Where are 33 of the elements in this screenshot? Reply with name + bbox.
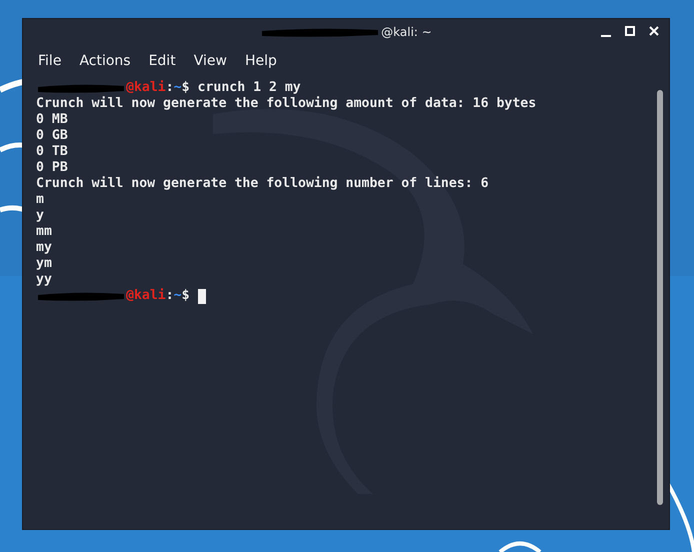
prompt-path: ~ — [174, 288, 182, 304]
menu-item[interactable]: Help — [236, 50, 286, 72]
prompt-path: ~ — [174, 80, 182, 96]
maximize-icon — [624, 25, 636, 37]
menu-item[interactable]: Actions — [70, 50, 140, 72]
output-line: yy — [36, 272, 52, 288]
prompt-host: @kali — [126, 288, 166, 304]
minimize-icon — [601, 34, 611, 36]
prompt-host: @kali — [126, 80, 166, 96]
menu-item[interactable]: File — [29, 50, 70, 72]
prompt-separator: : — [166, 288, 174, 304]
output-line: 0 TB — [36, 144, 68, 160]
close-button[interactable] — [647, 24, 661, 38]
output-line: mm — [36, 224, 52, 240]
output-line: y — [36, 208, 44, 224]
output-line: m — [36, 192, 44, 208]
prompt-symbol: $ — [182, 80, 190, 96]
output-line: Crunch will now generate the following amount of data: 16 bytes — [36, 96, 536, 112]
output-line: Crunch will now generate the following number of lines: 6 — [36, 176, 489, 192]
output-line: my — [36, 240, 52, 256]
window-title: @kali: ~ — [381, 25, 432, 39]
output-line: 0 GB — [36, 128, 68, 144]
prompt-separator: : — [166, 80, 174, 96]
prompt-symbol: $ — [182, 288, 190, 304]
scrollbar-thumb[interactable] — [657, 90, 663, 505]
menu-item[interactable]: View — [184, 50, 236, 72]
close-icon — [648, 25, 660, 37]
output-line: 0 MB — [36, 112, 68, 128]
output-line: ym — [36, 256, 52, 272]
output-line: 0 PB — [36, 160, 68, 176]
menu-item[interactable]: Edit — [140, 50, 185, 72]
command-text: crunch 1 2 my — [196, 80, 301, 96]
maximize-button[interactable] — [623, 24, 637, 38]
